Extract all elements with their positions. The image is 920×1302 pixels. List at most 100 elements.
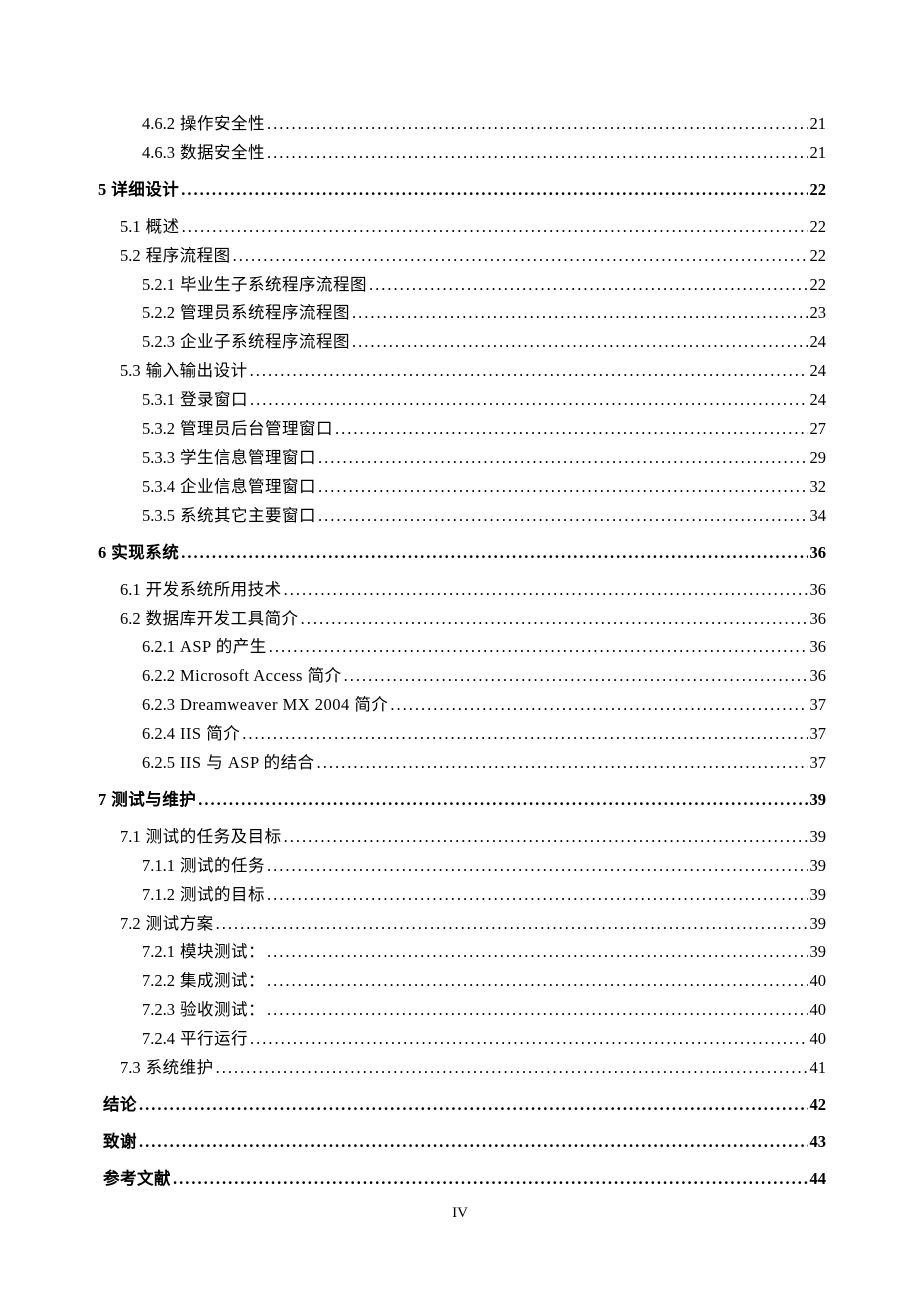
toc-leader-dots <box>267 854 808 878</box>
toc-entry-number: 6.2.4 <box>142 722 175 746</box>
toc-leader-dots <box>267 883 808 907</box>
toc-entry-number: 7.2.3 <box>142 998 175 1022</box>
toc-entry-page: 36 <box>810 541 827 565</box>
toc-entry-page: 24 <box>810 330 827 354</box>
toc-leader-dots <box>318 504 808 528</box>
toc-entry-page: 39 <box>810 940 827 964</box>
toc-leader-dots <box>233 244 808 268</box>
toc-entry-page: 42 <box>810 1093 827 1117</box>
toc-entry-page: 39 <box>810 825 827 849</box>
toc-entry-title: 测试与维护 <box>111 788 196 812</box>
toc-entry-number: 7.2.1 <box>142 940 175 964</box>
toc-entry-number: 5 <box>98 178 106 202</box>
toc-entry-title: 企业子系统程序流程图 <box>180 330 350 354</box>
toc-entry-title: 程序流程图 <box>146 244 231 268</box>
toc-entry-page: 36 <box>810 635 827 659</box>
toc-entry-page: 22 <box>810 215 827 239</box>
toc-entry-number: 4.6.2 <box>142 112 175 136</box>
toc-entry-number: 7.2.4 <box>142 1027 175 1051</box>
toc-entry: 4.6.3数据安全性21 <box>98 141 826 165</box>
toc-entry-page: 39 <box>810 912 827 936</box>
toc-entry: 5.2.3企业子系统程序流程图24 <box>98 330 826 354</box>
toc-entry-title: 输入输出设计 <box>146 359 248 383</box>
toc-leader-dots <box>267 141 808 165</box>
toc-entry-page: 40 <box>810 969 827 993</box>
toc-entry: 7.2.2集成测试：40 <box>98 969 826 993</box>
toc-entry-page: 32 <box>810 475 827 499</box>
toc-entry-title: 学生信息管理窗口 <box>180 446 316 470</box>
toc-entry-title: 操作安全性 <box>180 112 265 136</box>
toc-entry-page: 37 <box>810 722 827 746</box>
toc-entry: 6实现系统 36 <box>98 541 826 565</box>
toc-leader-dots <box>269 635 808 659</box>
toc-entry-title: 系统其它主要窗口 <box>180 504 316 528</box>
toc-entry: 7.3系统维护41 <box>98 1056 826 1080</box>
toc-entry-number: 6 <box>98 541 106 565</box>
toc-entry-number: 7 <box>98 788 106 812</box>
toc-entry: 7.2.4平行运行40 <box>98 1027 826 1051</box>
toc-entry-title: 毕业生子系统程序流程图 <box>180 273 367 297</box>
toc-gap <box>98 817 826 825</box>
toc-entry-page: 36 <box>810 578 827 602</box>
toc-entry-number: 4.6.3 <box>142 141 175 165</box>
toc-entry: 7.1测试的任务及目标39 <box>98 825 826 849</box>
toc-entry: 5.3.1登录窗口 24 <box>98 388 826 412</box>
toc-entry: 5.2.1毕业生子系统程序流程图22 <box>98 273 826 297</box>
toc-entry: 7.1.1测试的任务39 <box>98 854 826 878</box>
toc-entry-number: 5.3.1 <box>142 388 175 412</box>
toc-entry-page: 36 <box>810 664 827 688</box>
toc-entry: 6.2.5IIS 与 ASP 的结合37 <box>98 751 826 775</box>
toc-entry: 7.2测试方案39 <box>98 912 826 936</box>
toc-entry: 6.2.2Microsoft Access 简介 36 <box>98 664 826 688</box>
toc-entry-page: 21 <box>810 112 827 136</box>
toc-leader-dots <box>390 693 807 717</box>
toc-entry-title: 数据库开发工具简介 <box>146 607 299 631</box>
toc-entry-number: 6.2.5 <box>142 751 175 775</box>
toc-entry-title: 验收测试： <box>180 998 265 1022</box>
toc-entry-title: IIS 简介 <box>180 722 240 746</box>
toc-entry-title: 详细设计 <box>111 178 179 202</box>
toc-entry: 7.1.2测试的目标39 <box>98 883 826 907</box>
toc-entry-page: 34 <box>810 504 827 528</box>
toc-entry: 5.3.3学生信息管理窗口29 <box>98 446 826 470</box>
toc-entry: 4.6.2操作安全性 21 <box>98 112 826 136</box>
toc-entry-title: 测试的目标 <box>180 883 265 907</box>
toc-leader-dots <box>242 722 807 746</box>
toc-entry-number: 6.2.2 <box>142 664 175 688</box>
toc-entry-number: 5.3.3 <box>142 446 175 470</box>
toc-entry: 6.2.1ASP 的产生36 <box>98 635 826 659</box>
toc-entry-title: Microsoft Access 简介 <box>180 664 342 688</box>
toc-leader-dots <box>352 301 808 325</box>
toc-entry-page: 39 <box>810 883 827 907</box>
toc-entry-title: 致谢 <box>103 1130 137 1154</box>
toc-entry-title: 模块测试： <box>180 940 265 964</box>
toc-gap <box>98 1085 826 1093</box>
toc-entry-number: 5.2.2 <box>142 301 175 325</box>
toc-entry-title: 登录窗口 <box>180 388 248 412</box>
toc-entry-page: 41 <box>810 1056 827 1080</box>
toc-entry-page: 24 <box>810 388 827 412</box>
toc-entry-page: 23 <box>810 301 827 325</box>
toc-entry-title: 实现系统 <box>111 541 179 565</box>
toc-entry-title: 集成测试： <box>180 969 265 993</box>
toc-gap <box>98 170 826 178</box>
toc-leader-dots <box>317 751 808 775</box>
toc-entry-number: 6.1 <box>120 578 141 602</box>
toc-entry-page: 22 <box>810 244 827 268</box>
toc-entry: 5详细设计22 <box>98 178 826 202</box>
toc-entry: 7.2.3验收测试： 40 <box>98 998 826 1022</box>
toc-entry-title: Dreamweaver MX 2004 简介 <box>180 693 388 717</box>
toc-entry-title: 测试方案 <box>146 912 214 936</box>
toc-leader-dots <box>198 788 807 812</box>
toc-entry-number: 6.2.1 <box>142 635 175 659</box>
toc-entry-page: 24 <box>810 359 827 383</box>
toc-entry-page: 37 <box>810 751 827 775</box>
toc-entry-title: 管理员后台管理窗口 <box>180 417 333 441</box>
toc-entry-page: 40 <box>810 998 827 1022</box>
toc-entry-page: 40 <box>810 1027 827 1051</box>
toc-entry-page: 43 <box>810 1130 827 1154</box>
toc-entry: 5.3.2管理员后台管理窗口27 <box>98 417 826 441</box>
toc-entry-number: 5.3.4 <box>142 475 175 499</box>
toc-entry: 致谢 43 <box>98 1130 826 1154</box>
toc-entry: 5.2程序流程图22 <box>98 244 826 268</box>
